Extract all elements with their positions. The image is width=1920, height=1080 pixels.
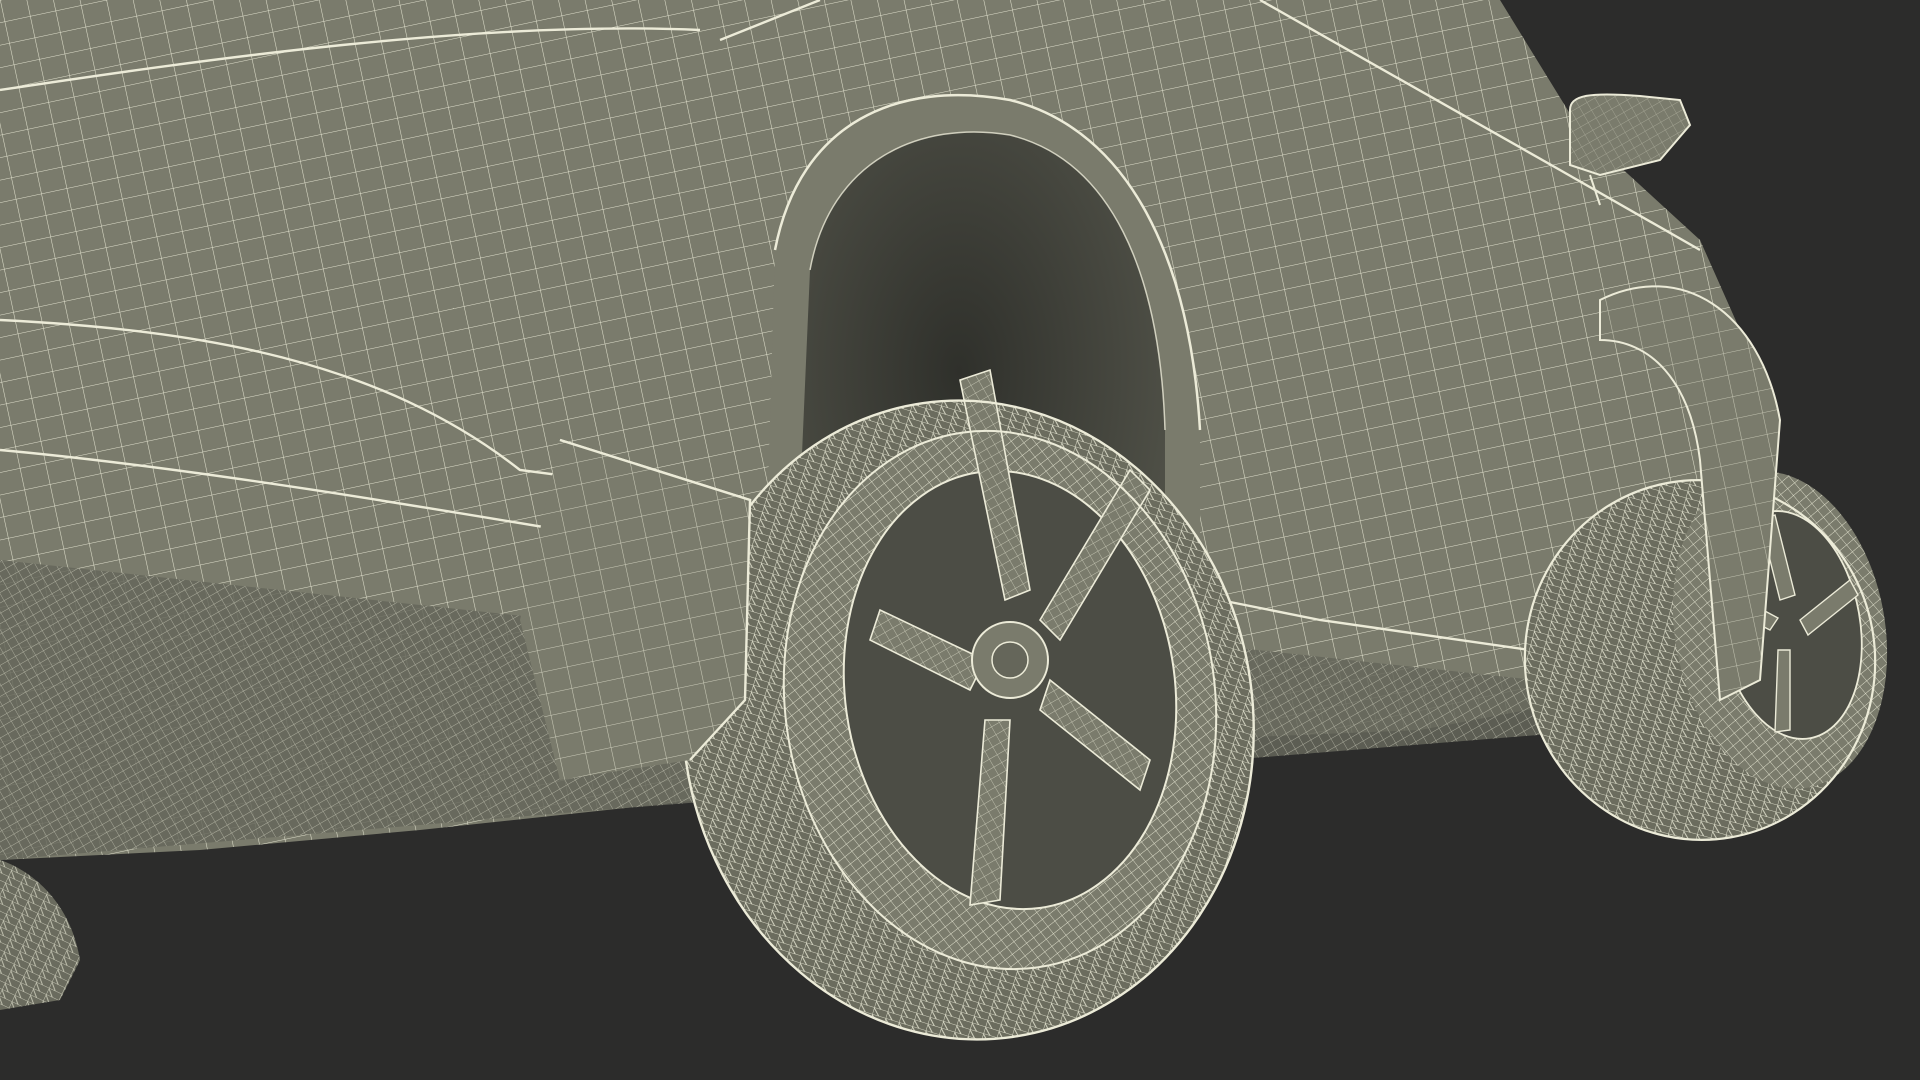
front-bumper-lip xyxy=(520,438,752,780)
render-viewport xyxy=(0,0,1920,1080)
wireframe-render xyxy=(0,0,1888,1041)
rear-wheel-partial xyxy=(0,860,80,1010)
